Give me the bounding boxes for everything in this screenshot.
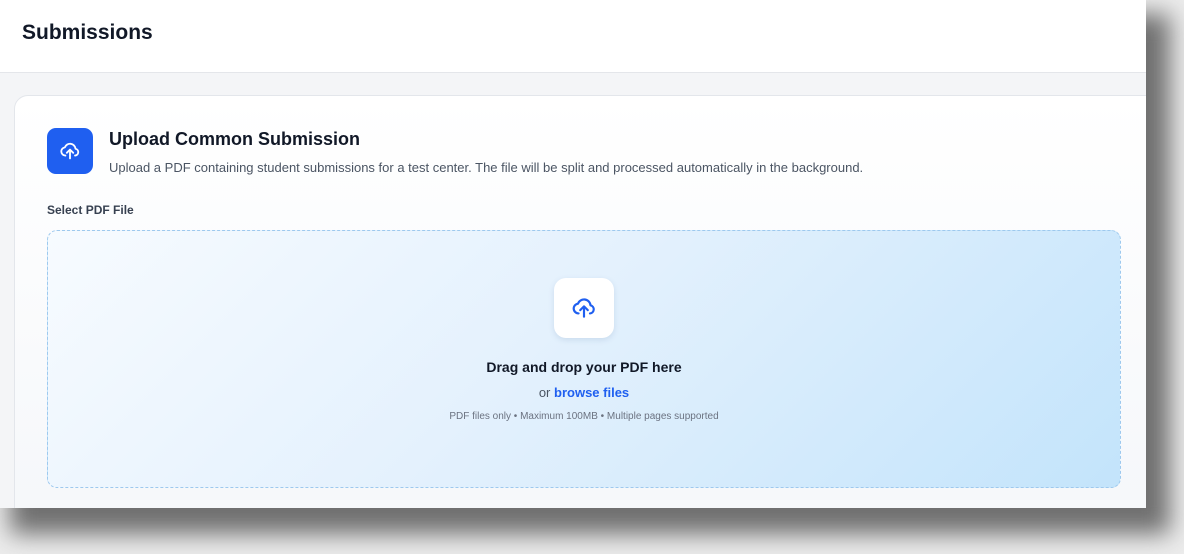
dropzone-title: Drag and drop your PDF here xyxy=(486,359,682,375)
page-header: Submissions xyxy=(0,0,1146,73)
app-window: Submissions Upload Common Submission Upl… xyxy=(0,0,1146,508)
upload-card: Upload Common Submission Upload a PDF co… xyxy=(14,95,1146,508)
main-content: Upload Common Submission Upload a PDF co… xyxy=(0,73,1146,508)
upload-card-description: Upload a PDF containing student submissi… xyxy=(109,160,864,175)
select-pdf-label: Select PDF File xyxy=(47,203,134,217)
browse-files-link[interactable]: browse files xyxy=(554,385,629,400)
cloud-upload-icon xyxy=(554,278,614,338)
pdf-dropzone[interactable]: Drag and drop your PDF here or browse fi… xyxy=(47,230,1121,488)
cloud-upload-icon xyxy=(47,128,93,174)
browse-prefix: or xyxy=(538,385,551,400)
dropzone-hint: PDF files only • Maximum 100MB • Multipl… xyxy=(449,411,719,422)
upload-card-title: Upload Common Submission xyxy=(109,129,361,149)
page-title: Submissions xyxy=(22,21,153,44)
dropzone-browse-line: or browse files xyxy=(48,385,1120,400)
